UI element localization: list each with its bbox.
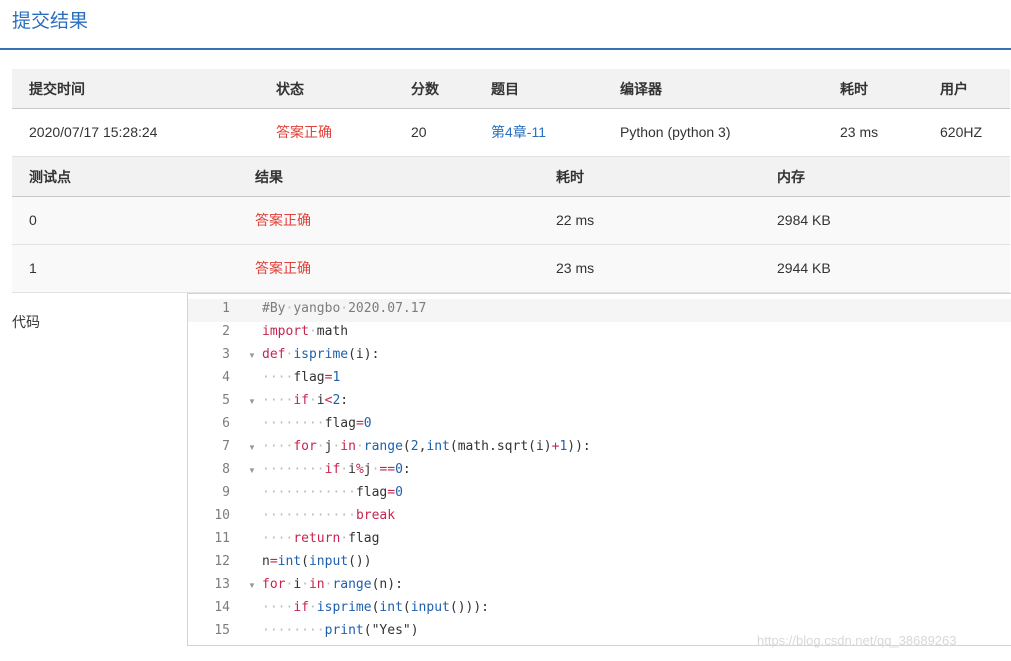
watermark: https://blog.csdn.net/qq_38689263 — [757, 633, 957, 648]
code-line: ········flag=0 — [262, 416, 372, 431]
line-number: 12 — [214, 554, 230, 569]
header-elapsed: 耗时 — [840, 81, 868, 97]
compiler: Python (python 3) — [620, 124, 731, 140]
code-line: def·isprime(i): — [262, 347, 380, 362]
code-line: ····if·isprime(int(input())): — [262, 600, 490, 615]
fold-arrow-icon[interactable]: ▼ — [248, 581, 256, 590]
testcase-result: 答案正确 — [255, 212, 311, 228]
line-number: 10 — [214, 508, 230, 523]
header-test-time: 耗时 — [556, 169, 584, 185]
summary-table: 提交时间 状态 分数 题目 编译器 耗时 用户 2020/07/17 15:28… — [12, 69, 1010, 157]
header-problem: 题目 — [491, 81, 519, 97]
code-line: ········print("Yes") — [262, 623, 419, 638]
header-status: 状态 — [276, 81, 304, 97]
fold-arrow-icon[interactable]: ▼ — [248, 397, 256, 406]
testcase-header-row: 测试点 结果 耗时 内存 — [12, 157, 1010, 197]
code-line: n=int(input()) — [262, 554, 372, 569]
table-row: 0 答案正确 22 ms 2984 KB — [12, 197, 1010, 245]
code-line: #By·yangbo·2020.07.17 — [262, 301, 427, 316]
line-number: 11 — [214, 531, 230, 546]
header-user: 用户 — [940, 81, 968, 97]
code-line: for·i·in·range(n): — [262, 577, 403, 592]
line-number: 6 — [222, 416, 230, 431]
testcase-memory: 2984 KB — [777, 212, 831, 228]
testcase-result: 答案正确 — [255, 260, 311, 276]
header-result: 结果 — [255, 169, 283, 185]
page-title: 提交结果 — [12, 11, 89, 32]
code-line: ····flag=1 — [262, 370, 341, 385]
fold-arrow-icon[interactable]: ▼ — [248, 351, 256, 360]
line-number: 1 — [222, 301, 230, 316]
code-line: ····for·j·in·range(2,int(math.sqrt(i)+1)… — [262, 439, 591, 454]
table-row: 1 答案正确 23 ms 2944 KB — [12, 245, 1010, 293]
header-submit-time: 提交时间 — [29, 81, 85, 97]
code-line: ············break — [262, 508, 396, 523]
fold-arrow-icon[interactable]: ▼ — [248, 466, 256, 475]
line-number: 4 — [222, 370, 230, 385]
code-editor[interactable]: 1 #By·yangbo·2020.07.17 2 import·math 3 ▼ def·… — [187, 293, 1011, 646]
testcase-id: 1 — [29, 260, 37, 276]
code-line: ············flag=0 — [262, 485, 403, 500]
summary-header-row: 提交时间 状态 分数 题目 编译器 耗时 用户 — [12, 69, 1010, 109]
code-line: ········if·i%j·==0: — [262, 462, 411, 477]
testcase-time: 22 ms — [556, 212, 595, 228]
testcase-table: 测试点 结果 耗时 内存 0 答案正确 22 ms 2984 KB 1 答案正确… — [12, 157, 1010, 293]
line-number: 8 — [222, 462, 230, 477]
fold-arrow-icon[interactable]: ▼ — [248, 443, 256, 452]
submit-time: 2020/07/17 15:28:24 — [29, 124, 158, 140]
code-line: import·math — [262, 324, 349, 339]
testcase-id: 0 — [29, 212, 37, 228]
line-number: 15 — [214, 623, 230, 638]
line-number: 13 — [214, 577, 230, 592]
header-memory: 内存 — [777, 169, 805, 185]
status-badge: 答案正确 — [276, 124, 332, 140]
code-line: ····if·i<2: — [262, 393, 349, 408]
code-label: 代码 — [12, 314, 40, 330]
testcase-memory: 2944 KB — [777, 260, 831, 276]
header-compiler: 编译器 — [620, 81, 662, 97]
line-number: 9 — [222, 485, 230, 500]
summary-row: 2020/07/17 15:28:24 答案正确 20 第4章-11 Pytho… — [12, 109, 1010, 157]
header-score: 分数 — [411, 81, 439, 97]
line-number: 3 — [222, 347, 230, 362]
title-divider — [0, 48, 1011, 50]
code-line: ····return·flag — [262, 531, 380, 546]
header-testcase: 测试点 — [29, 169, 71, 185]
problem-link[interactable]: 第4章-11 — [491, 122, 546, 142]
user-name: 620HZ — [940, 124, 983, 140]
testcase-time: 23 ms — [556, 260, 595, 276]
line-number: 7 — [222, 439, 230, 454]
elapsed-time: 23 ms — [840, 124, 879, 140]
line-number: 14 — [214, 600, 230, 615]
line-number: 2 — [222, 324, 230, 339]
score: 20 — [411, 124, 427, 140]
line-number: 5 — [222, 393, 230, 408]
